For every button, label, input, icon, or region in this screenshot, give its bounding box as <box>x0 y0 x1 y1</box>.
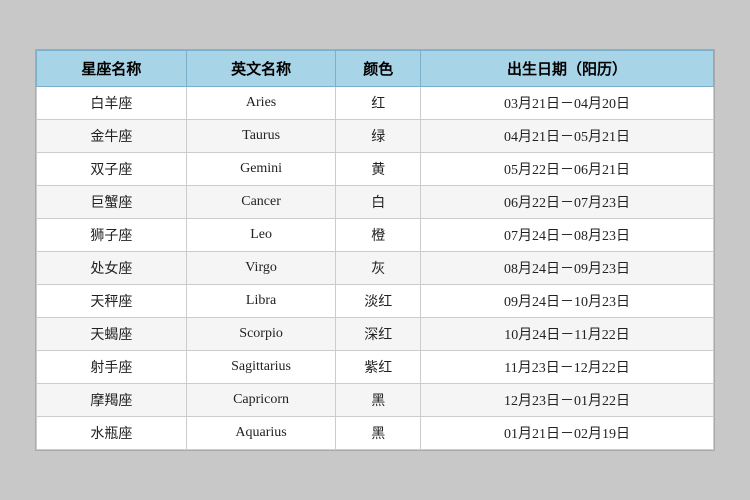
table-cell-10-1: Aquarius <box>186 417 336 450</box>
table-cell-9-3: 12月23日－01月22日 <box>421 384 714 417</box>
table-cell-2-3: 05月22日－06月21日 <box>421 153 714 186</box>
table-header-1: 英文名称 <box>186 51 336 87</box>
table-cell-4-3: 07月24日－08月23日 <box>421 219 714 252</box>
table-row: 白羊座Aries红03月21日－04月20日 <box>37 87 714 120</box>
table-header-row: 星座名称英文名称颜色出生日期（阳历） <box>37 51 714 87</box>
table-cell-6-3: 09月24日－10月23日 <box>421 285 714 318</box>
table-cell-6-2: 淡红 <box>336 285 421 318</box>
table-cell-10-3: 01月21日－02月19日 <box>421 417 714 450</box>
table-cell-8-0: 射手座 <box>37 351 187 384</box>
table-cell-6-1: Libra <box>186 285 336 318</box>
table-cell-8-1: Sagittarius <box>186 351 336 384</box>
table-cell-2-0: 双子座 <box>37 153 187 186</box>
table-cell-5-2: 灰 <box>336 252 421 285</box>
table-cell-8-3: 11月23日－12月22日 <box>421 351 714 384</box>
table-header-3: 出生日期（阳历） <box>421 51 714 87</box>
table-cell-0-2: 红 <box>336 87 421 120</box>
table-row: 水瓶座Aquarius黑01月21日－02月19日 <box>37 417 714 450</box>
zodiac-table-container: 星座名称英文名称颜色出生日期（阳历） 白羊座Aries红03月21日－04月20… <box>35 49 715 451</box>
table-cell-7-2: 深红 <box>336 318 421 351</box>
table-cell-9-1: Capricorn <box>186 384 336 417</box>
table-cell-0-1: Aries <box>186 87 336 120</box>
table-cell-7-1: Scorpio <box>186 318 336 351</box>
table-row: 双子座Gemini黄05月22日－06月21日 <box>37 153 714 186</box>
table-row: 金牛座Taurus绿04月21日－05月21日 <box>37 120 714 153</box>
table-header-2: 颜色 <box>336 51 421 87</box>
table-cell-0-3: 03月21日－04月20日 <box>421 87 714 120</box>
table-cell-4-0: 狮子座 <box>37 219 187 252</box>
table-cell-4-2: 橙 <box>336 219 421 252</box>
table-cell-7-3: 10月24日－11月22日 <box>421 318 714 351</box>
table-cell-3-1: Cancer <box>186 186 336 219</box>
table-cell-3-3: 06月22日－07月23日 <box>421 186 714 219</box>
table-row: 处女座Virgo灰08月24日－09月23日 <box>37 252 714 285</box>
table-cell-3-2: 白 <box>336 186 421 219</box>
table-cell-5-0: 处女座 <box>37 252 187 285</box>
table-cell-5-1: Virgo <box>186 252 336 285</box>
table-cell-1-1: Taurus <box>186 120 336 153</box>
table-cell-6-0: 天秤座 <box>37 285 187 318</box>
zodiac-table: 星座名称英文名称颜色出生日期（阳历） 白羊座Aries红03月21日－04月20… <box>36 50 714 450</box>
table-cell-2-1: Gemini <box>186 153 336 186</box>
table-cell-10-2: 黑 <box>336 417 421 450</box>
table-cell-2-2: 黄 <box>336 153 421 186</box>
table-cell-9-2: 黑 <box>336 384 421 417</box>
table-header-0: 星座名称 <box>37 51 187 87</box>
table-cell-9-0: 摩羯座 <box>37 384 187 417</box>
table-row: 摩羯座Capricorn黑12月23日－01月22日 <box>37 384 714 417</box>
table-cell-10-0: 水瓶座 <box>37 417 187 450</box>
table-row: 天蝎座Scorpio深红10月24日－11月22日 <box>37 318 714 351</box>
table-cell-1-0: 金牛座 <box>37 120 187 153</box>
table-row: 狮子座Leo橙07月24日－08月23日 <box>37 219 714 252</box>
table-cell-8-2: 紫红 <box>336 351 421 384</box>
table-cell-1-3: 04月21日－05月21日 <box>421 120 714 153</box>
table-cell-0-0: 白羊座 <box>37 87 187 120</box>
table-cell-5-3: 08月24日－09月23日 <box>421 252 714 285</box>
table-row: 天秤座Libra淡红09月24日－10月23日 <box>37 285 714 318</box>
table-row: 射手座Sagittarius紫红11月23日－12月22日 <box>37 351 714 384</box>
table-row: 巨蟹座Cancer白06月22日－07月23日 <box>37 186 714 219</box>
table-cell-4-1: Leo <box>186 219 336 252</box>
table-cell-7-0: 天蝎座 <box>37 318 187 351</box>
table-cell-3-0: 巨蟹座 <box>37 186 187 219</box>
table-cell-1-2: 绿 <box>336 120 421 153</box>
